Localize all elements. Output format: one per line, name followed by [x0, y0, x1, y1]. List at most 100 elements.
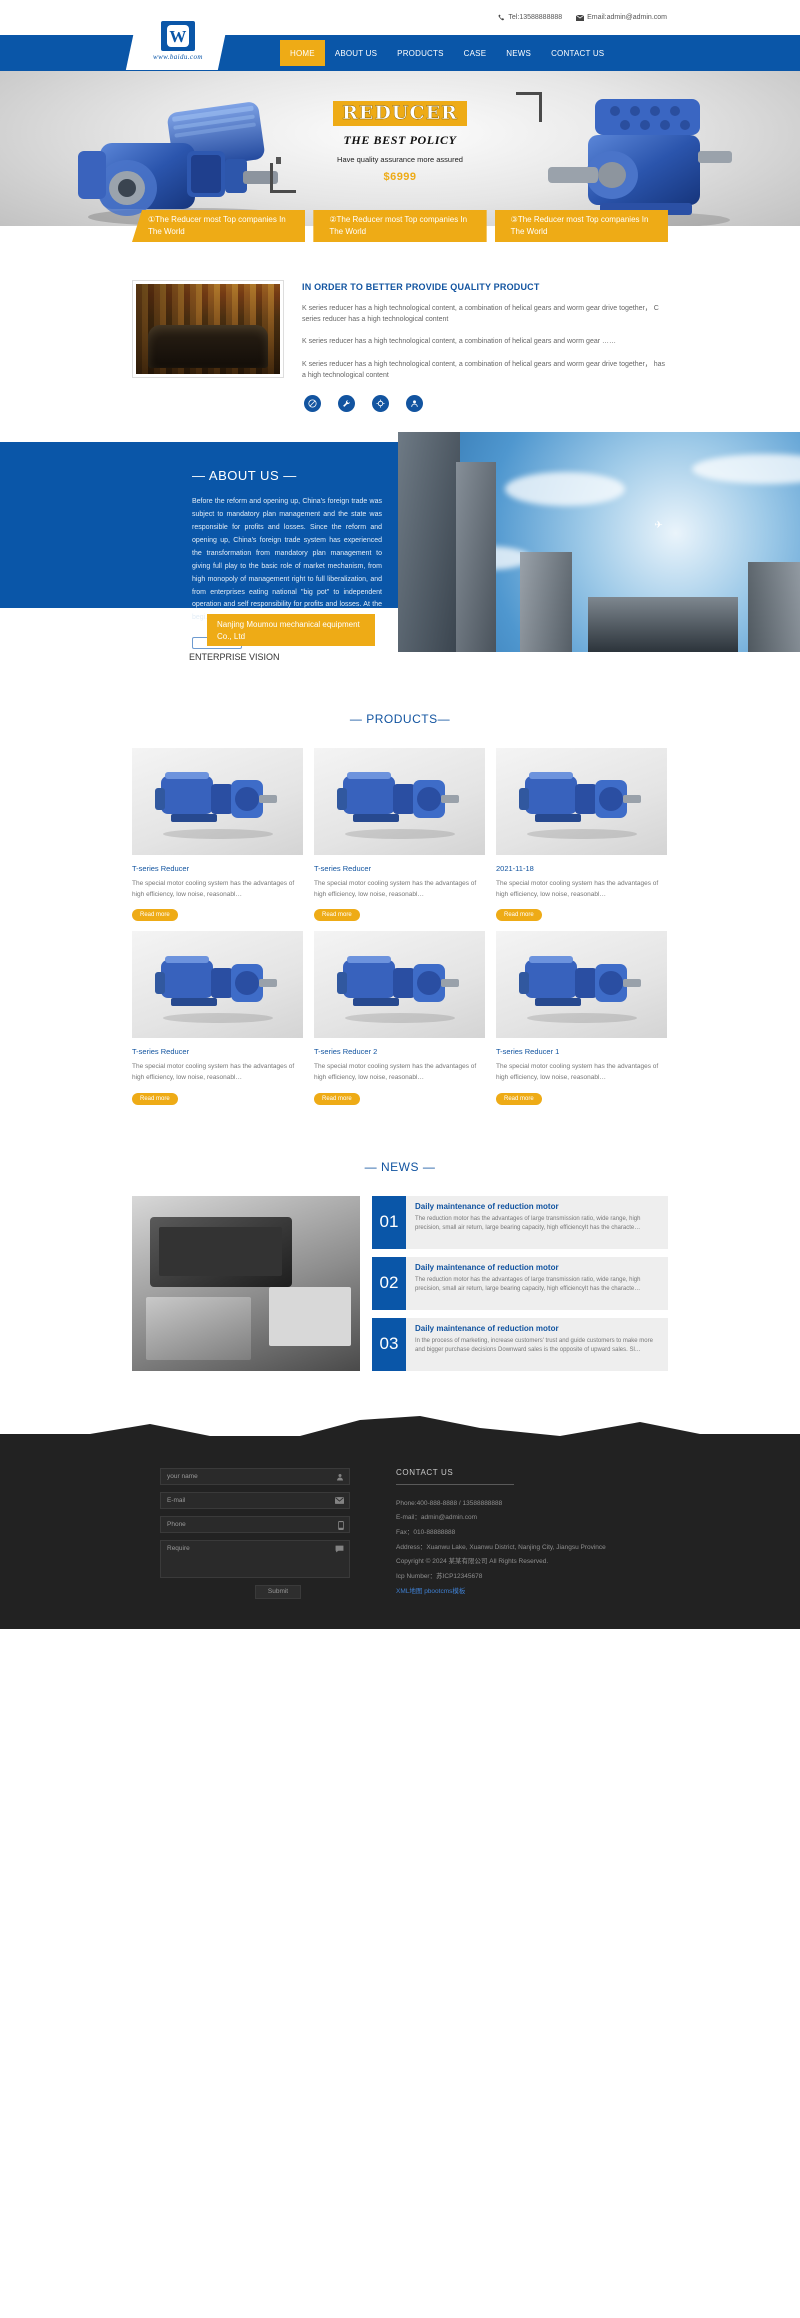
about-photo: ✈ [398, 431, 800, 652]
gearbox-product-image [336, 955, 459, 1023]
products-grid: T-series Reducer The special motor cooli… [132, 747, 668, 1105]
email-field[interactable]: E-mail [160, 1491, 350, 1509]
feature-bar-3[interactable]: ③The Reducer most Top companies In The W… [494, 210, 668, 242]
topbar-email: Email:admin@admin.com [576, 14, 667, 21]
name-field[interactable]: your name [160, 1467, 350, 1485]
bracket-top-right [516, 92, 542, 122]
footer-fax: Fax：010-88888888 [396, 1529, 456, 1537]
nav-item-news[interactable]: NEWS [496, 40, 541, 66]
footer-address: Address：Xuanwu Lake, Xuanwu District, Na… [396, 1543, 606, 1551]
name-field-placeholder: your name [167, 1472, 198, 1480]
footer-xml-sitemap-link[interactable]: XML地图 [396, 1588, 422, 1595]
footer-email: E-mail：admin@admin.com [396, 1514, 478, 1522]
about-section: ✈ — ABOUT US — Before the reform and ope… [0, 431, 800, 662]
gearbox-product-image [154, 955, 277, 1023]
phone-field-placeholder: Phone [167, 1520, 186, 1528]
news-item[interactable]: 03 Daily maintenance of reduction motor … [372, 1317, 668, 1371]
quality-paragraph-3: K series reducer has a high technologica… [302, 360, 666, 379]
feature-bar-1[interactable]: ①The Reducer most Top companies In The W… [132, 210, 306, 242]
read-more-button[interactable]: Read more [132, 1092, 178, 1105]
submit-button[interactable]: Submit [255, 1584, 301, 1599]
quality-paragraph-2: K series reducer has a high technologica… [302, 338, 617, 346]
site-header: HOME ABOUT US PRODUCTS CASE NEWS CONTACT… [0, 12, 800, 71]
product-image [496, 931, 667, 1039]
footer-copyright: Copyright © 2024 某某有限公司 All Rights Reser… [396, 1558, 549, 1566]
gearbox-product-image [518, 955, 641, 1023]
logo-url: www.baidu.com [153, 53, 203, 61]
news-item[interactable]: 02 Daily maintenance of reduction motor … [372, 1256, 668, 1310]
mail-icon [576, 14, 585, 21]
read-more-button[interactable]: Read more [132, 909, 178, 922]
product-card[interactable]: T-series Reducer The special motor cooli… [132, 747, 303, 922]
nav-label: PRODUCTS [397, 48, 444, 58]
logo-mark-icon: W [160, 21, 195, 51]
product-image [314, 747, 485, 855]
gearbox-product-image [154, 772, 277, 840]
news-item[interactable]: 01 Daily maintenance of reduction motor … [372, 1195, 668, 1249]
product-card[interactable]: T-series Reducer The special motor cooli… [132, 931, 303, 1105]
nav-item-products[interactable]: PRODUCTS [387, 40, 454, 66]
news-list: 01 Daily maintenance of reduction motor … [372, 1195, 668, 1371]
hero-badge: REDUCER [333, 101, 467, 126]
phone-field[interactable]: Phone [160, 1515, 350, 1533]
hero-price: $6999 [383, 171, 417, 183]
topbar-phone: Tel:13588888888 [498, 14, 562, 21]
product-name: 2021-11-18 [496, 863, 534, 873]
product-name: T-series Reducer 1 [496, 1047, 560, 1057]
quality-paragraph-1: K series reducer has a high technologica… [302, 305, 659, 324]
bracket-bottom-left [270, 163, 296, 193]
product-card[interactable]: 2021-11-18 The special motor cooling sys… [496, 747, 667, 922]
product-card[interactable]: T-series Reducer 2 The special motor coo… [314, 931, 485, 1105]
mail-icon [335, 1496, 344, 1506]
top-contact-bar: Tel:13588888888 Email:admin@admin.com [0, 0, 800, 35]
company-name-card: Nanjing Moumou mechanical equipment Co.,… [207, 613, 375, 646]
bracket-dot [276, 157, 281, 164]
topbar-phone-text: Tel:13588888888 [508, 14, 563, 21]
footer-contact: CONTACT US Phone:400-888-8888 / 13588888… [332, 1468, 668, 1599]
product-desc: The special motor cooling system has the… [496, 1063, 659, 1082]
read-more-button[interactable]: Read more [314, 909, 360, 922]
no-entry-icon[interactable] [304, 394, 321, 412]
hero-feature-bars: ①The Reducer most Top companies In The W… [132, 210, 668, 242]
comment-icon [335, 1545, 344, 1555]
product-name: T-series Reducer [132, 863, 190, 873]
read-more-button[interactable]: Read more [496, 909, 542, 922]
gear-icon[interactable] [372, 394, 389, 412]
product-card[interactable]: T-series Reducer 1 The special motor coo… [496, 931, 667, 1105]
nav-item-home[interactable]: HOME [280, 40, 325, 66]
gearbox-product-image [336, 772, 459, 840]
quality-thumbnail [132, 280, 284, 378]
nav-item-case[interactable]: CASE [454, 40, 497, 66]
feature-bar-2[interactable]: ②The Reducer most Top companies In The W… [313, 210, 487, 242]
news-title: Daily maintenance of reduction motor [415, 1262, 559, 1272]
product-image [314, 931, 485, 1039]
quality-icon-row [302, 394, 668, 412]
site-logo[interactable]: W www.baidu.com [125, 12, 231, 70]
product-image [132, 747, 303, 855]
hero-banner: REDUCER THE BEST POLICY Have quality ass… [0, 71, 800, 226]
footer-divider [396, 1483, 514, 1485]
logo-letter: W [166, 25, 189, 47]
nav-item-contact-us[interactable]: CONTACT US [541, 40, 614, 66]
footer-zigzag-divider [0, 1415, 800, 1446]
product-card[interactable]: T-series Reducer The special motor cooli… [314, 747, 485, 922]
topbar-email-text: Email:admin@admin.com [587, 14, 667, 21]
read-more-button[interactable]: Read more [496, 1092, 542, 1105]
person-icon[interactable] [406, 394, 423, 412]
products-section-title: — PRODUCTS— [349, 711, 451, 726]
footer-icp: Icp Number：苏ICP12345678 [396, 1572, 483, 1580]
news-desc: In the process of marketing, increase cu… [415, 1337, 653, 1354]
footer-template-link[interactable]: pbootcms模板 [424, 1588, 465, 1595]
mobile-icon [338, 1520, 344, 1532]
footer-phone: Phone:400-888-8888 / 13588888888 [396, 1499, 503, 1507]
product-image [132, 931, 303, 1039]
hero-tagline: THE BEST POLICY [343, 133, 457, 147]
nav-label: CONTACT US [551, 48, 605, 58]
nav-item-about-us[interactable]: ABOUT US [325, 40, 387, 66]
require-field-placeholder: Require [167, 1544, 190, 1552]
require-field[interactable]: Require [160, 1539, 350, 1578]
product-name: T-series Reducer [132, 1047, 190, 1057]
wrench-icon[interactable] [338, 394, 355, 412]
footer-contact-title: CONTACT US [396, 1467, 454, 1477]
read-more-button[interactable]: Read more [314, 1092, 360, 1105]
